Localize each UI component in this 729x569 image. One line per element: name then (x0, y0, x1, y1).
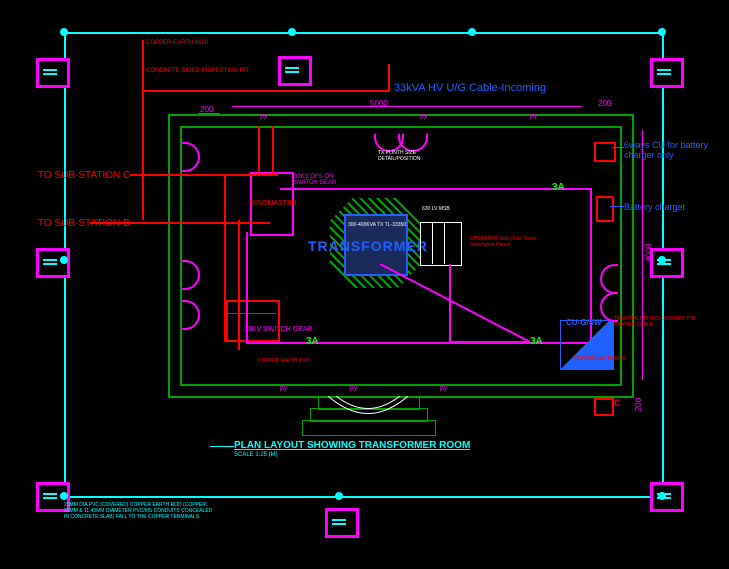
cu-box (594, 142, 616, 162)
c-label: C (614, 398, 621, 408)
terminal-box (36, 58, 70, 88)
node-dot (60, 256, 68, 264)
node-dot (288, 28, 296, 36)
dim-line (232, 106, 582, 107)
door-swing (318, 396, 418, 436)
py-label: py (440, 385, 447, 392)
copper-earth-label: COPPER EARTH 8x20 (146, 40, 208, 46)
node-dot (335, 492, 343, 500)
py-label: py (350, 385, 357, 392)
boundary-bottom (64, 496, 664, 498)
battery-charger-label: Battery charger (624, 202, 686, 212)
py-label: py (260, 113, 267, 120)
terminal-box (325, 508, 359, 538)
bus-label: 630 LV MSB (422, 206, 450, 212)
node-dot (658, 28, 666, 36)
concrete-insp-label: CONCRETE SIDED INSPECTION PIT (146, 68, 249, 74)
battery-charger-box (596, 196, 614, 222)
node-dot (60, 28, 68, 36)
dim-200: 200 (598, 99, 611, 108)
terminal-box (650, 482, 684, 512)
leader (612, 147, 624, 148)
hv-cable-label: 33kVA HV U/G Cable-Incoming (394, 82, 546, 94)
dim-line (198, 113, 220, 114)
ringmaster-label: RINGMASTER (250, 200, 297, 207)
py-label: py (420, 113, 427, 120)
node-dot (658, 256, 666, 264)
terminals-label: TERMINALS/FIXED COVERED THE COPPER CABLE (614, 316, 714, 328)
note-label: 25MM DIA PVC (COVERED) COPPER EARTH ROD … (64, 502, 214, 520)
terminal-box (650, 248, 684, 278)
copper-rod-label: COPPER EARTH ROD (258, 358, 310, 364)
panel-div (432, 222, 433, 264)
py-label: py (280, 385, 287, 392)
scale-label: SCALE 1:25 (M) (234, 452, 278, 458)
copper-earth-rod-label: COPPER EARTH ROD (574, 356, 626, 362)
node-dot (60, 492, 68, 500)
amp-label: 3A (530, 336, 543, 347)
amp-label: 3A (552, 182, 565, 193)
leader (610, 206, 624, 207)
node-dot (658, 492, 666, 500)
c-terminal (594, 398, 614, 416)
ctrl-panel-label: OPERATOR Side (Side Tower Switchgear Pan… (470, 236, 550, 248)
panel-small (226, 300, 280, 342)
py-label: py (530, 113, 537, 120)
sixways-label: 6ways CU for battery charger only (624, 140, 724, 160)
panel-line (226, 313, 276, 314)
terminal-box (650, 58, 684, 88)
hv-line (388, 64, 390, 92)
tx-plinth-label: TX PLINTH SIZE DETAIL/POSITION (378, 150, 438, 162)
sub-c-label: TO SUB-STATION C (38, 170, 130, 181)
terminal-box (278, 56, 312, 86)
hv-line (142, 90, 388, 92)
dim-4000: 4000 (644, 244, 653, 262)
switch-gear-label: 33KV OFS ON SWITCH GEAR (294, 174, 354, 186)
transformer-label: TRANSFORMER (308, 238, 428, 254)
hv-vert (238, 220, 240, 350)
panel-div (444, 222, 445, 264)
sub-c-line (130, 174, 278, 176)
plan-title: PLAN LAYOUT SHOWING TRANSFORMER ROOM (234, 440, 470, 451)
hv-line (142, 40, 144, 220)
dim-line (642, 130, 643, 380)
node-dot (468, 28, 476, 36)
circuit-left (246, 232, 248, 344)
boundary-top (64, 32, 664, 34)
leader (210, 446, 234, 447)
ugsw-label: CU-G/SW (566, 318, 602, 327)
circuit-top (280, 188, 590, 190)
ugsw-box (560, 320, 614, 370)
sub-b-label: TO SUB-STATION B (38, 218, 130, 229)
hv-drop (258, 126, 260, 174)
lv-panel (420, 222, 462, 266)
tx-spec: 300-400KVA TX TL-33350 (348, 222, 406, 228)
hv-vert (224, 174, 226, 342)
diag-line (380, 264, 560, 346)
hv-drop (272, 126, 274, 174)
dim-200: 200 (634, 398, 643, 411)
amp-label: 3A (306, 336, 319, 347)
